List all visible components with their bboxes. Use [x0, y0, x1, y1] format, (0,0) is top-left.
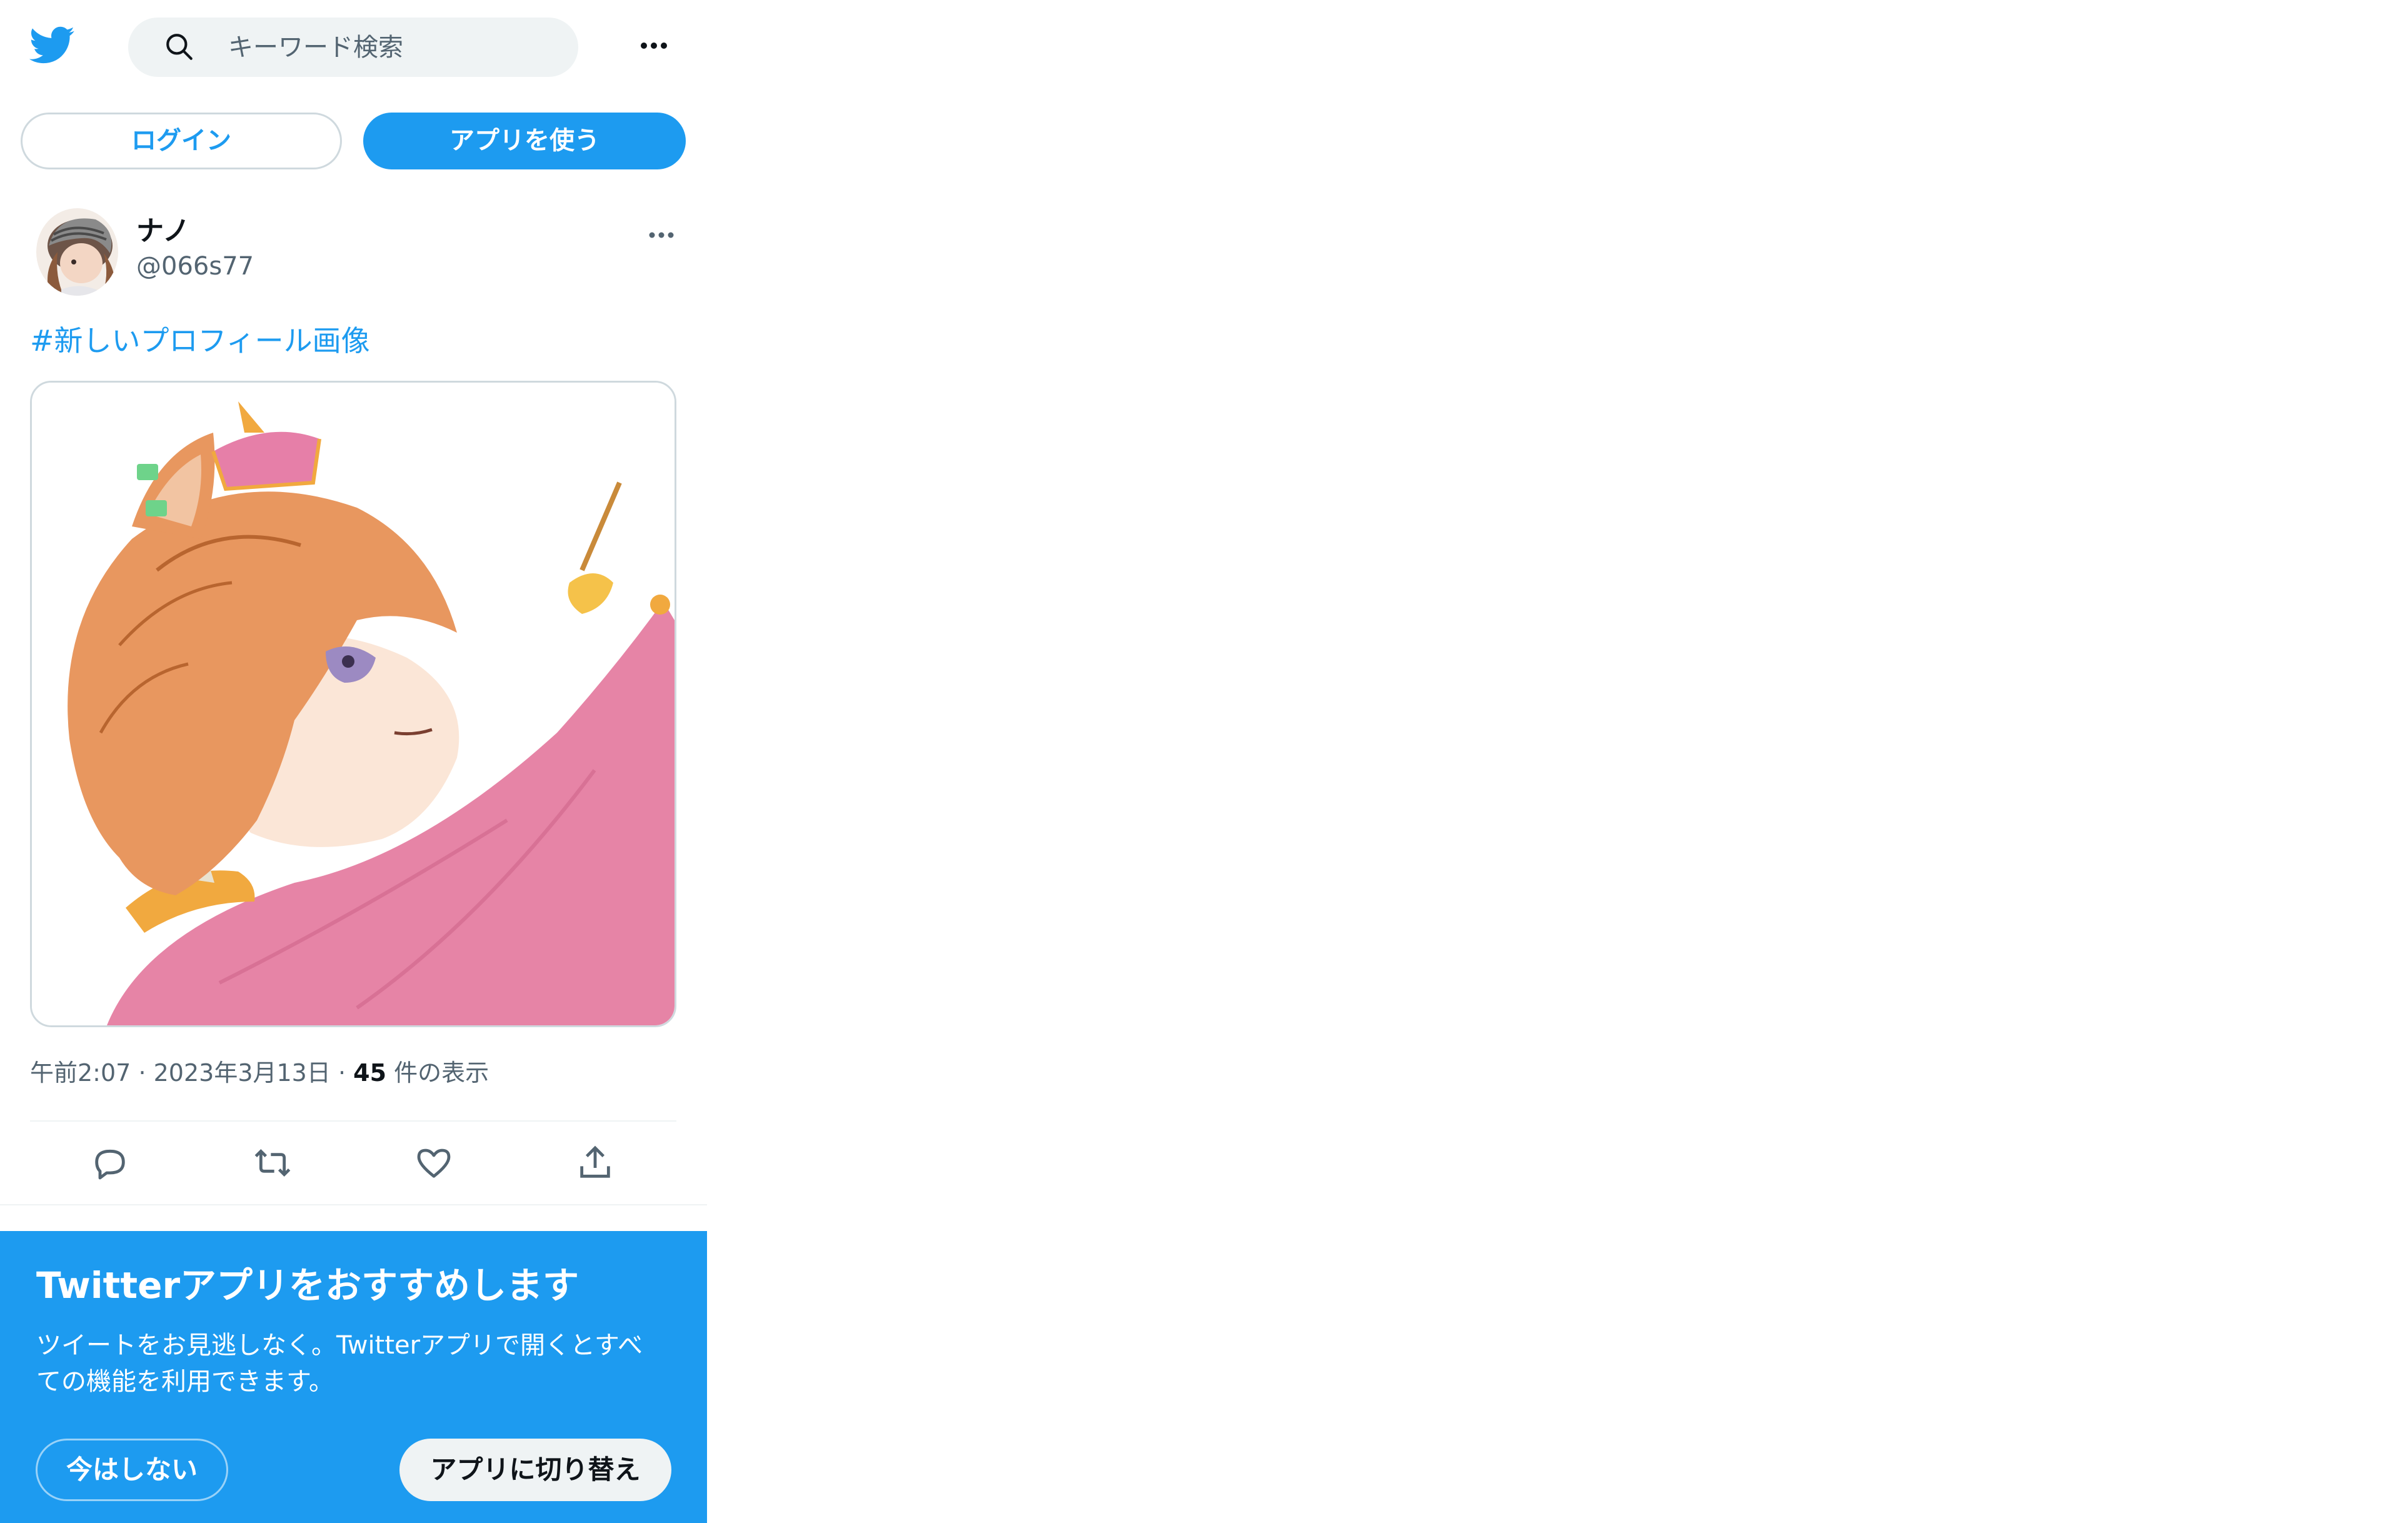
banner-title: Twitterアプリをおすすめします: [36, 1264, 579, 1307]
use-app-button[interactable]: アプリを使う: [363, 113, 686, 169]
avatar[interactable]: [36, 208, 118, 296]
banner-body: ツイートをお見逃しなく。Twitterアプリで開くとすべ ての機能を利用できます…: [36, 1327, 674, 1400]
like-icon[interactable]: [414, 1143, 454, 1183]
search-input[interactable]: キーワード検索: [228, 34, 403, 61]
author-name[interactable]: ナノ: [136, 216, 190, 247]
login-button[interactable]: ログイン: [21, 113, 342, 169]
reply-icon[interactable]: [90, 1143, 130, 1183]
share-icon[interactable]: [575, 1143, 615, 1183]
divider: [30, 1120, 676, 1122]
mobile-column: キーワード検索 ログイン アプリを使う ナノ @066s77 #新しいプロフィー…: [0, 0, 707, 1523]
switch-to-app-button[interactable]: アプリに切り替え: [399, 1439, 671, 1501]
hashtag-link[interactable]: #新しいプロフィール画像: [30, 324, 370, 358]
tweet-meta: 午前2:07 · 2023年3月13日 · 45 件の表示: [30, 1058, 489, 1088]
retweet-icon[interactable]: [253, 1143, 293, 1183]
twitter-bird-icon[interactable]: [28, 21, 75, 69]
search-bar[interactable]: キーワード検索: [128, 18, 578, 77]
meta-separator: ·: [138, 1059, 146, 1087]
app-promo-banner: Twitterアプリをおすすめします ツイートをお見逃しなく。Twitterアプ…: [0, 1231, 707, 1523]
divider: [0, 1204, 707, 1205]
views-label: 件の表示: [394, 1059, 489, 1087]
banner-body-line: ツイートをお見逃しなく。Twitterアプリで開くとすべ: [36, 1331, 643, 1360]
author-handle[interactable]: @066s77: [136, 252, 254, 281]
more-horizontal-icon[interactable]: [635, 29, 673, 63]
tweet-date[interactable]: 2023年3月13日: [154, 1059, 331, 1087]
tweet-time[interactable]: 午前2:07: [30, 1059, 131, 1087]
meta-separator: ·: [338, 1059, 346, 1087]
tweet-image[interactable]: [30, 381, 676, 1027]
search-icon: [164, 31, 195, 63]
tweet-more-icon[interactable]: [644, 223, 679, 248]
not-now-button[interactable]: 今はしない: [36, 1439, 228, 1501]
views-count: 45: [353, 1059, 387, 1087]
banner-body-line: ての機能を利用できます。: [36, 1367, 334, 1396]
